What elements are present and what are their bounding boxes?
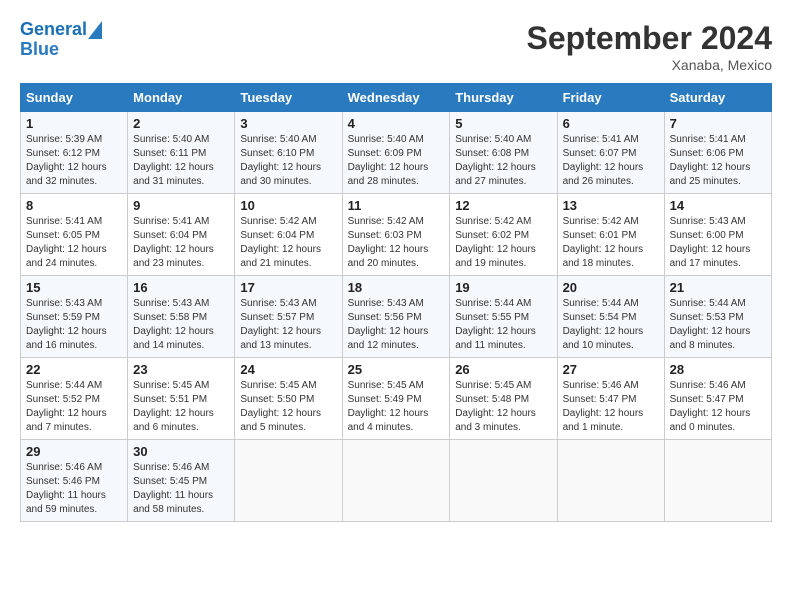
calendar-day-21: 21Sunrise: 5:44 AM Sunset: 5:53 PM Dayli… (664, 276, 771, 358)
calendar-day-13: 13Sunrise: 5:42 AM Sunset: 6:01 PM Dayli… (557, 194, 664, 276)
calendar-table: SundayMondayTuesdayWednesdayThursdayFrid… (20, 83, 772, 522)
day-header-saturday: Saturday (664, 84, 771, 112)
calendar-day-3: 3Sunrise: 5:40 AM Sunset: 6:10 PM Daylig… (235, 112, 342, 194)
day-header-wednesday: Wednesday (342, 84, 450, 112)
calendar-day-19: 19Sunrise: 5:44 AM Sunset: 5:55 PM Dayli… (450, 276, 557, 358)
calendar-week-3: 15Sunrise: 5:43 AM Sunset: 5:59 PM Dayli… (21, 276, 772, 358)
day-header-tuesday: Tuesday (235, 84, 342, 112)
logo-text-general: General (20, 20, 87, 40)
page-header: General Blue September 2024 Xanaba, Mexi… (20, 20, 772, 73)
month-title: September 2024 (527, 20, 772, 57)
empty-cell (664, 440, 771, 522)
calendar-day-25: 25Sunrise: 5:45 AM Sunset: 5:49 PM Dayli… (342, 358, 450, 440)
calendar-week-2: 8Sunrise: 5:41 AM Sunset: 6:05 PM Daylig… (21, 194, 772, 276)
calendar-day-4: 4Sunrise: 5:40 AM Sunset: 6:09 PM Daylig… (342, 112, 450, 194)
calendar-day-2: 2Sunrise: 5:40 AM Sunset: 6:11 PM Daylig… (128, 112, 235, 194)
calendar-day-5: 5Sunrise: 5:40 AM Sunset: 6:08 PM Daylig… (450, 112, 557, 194)
calendar-week-4: 22Sunrise: 5:44 AM Sunset: 5:52 PM Dayli… (21, 358, 772, 440)
calendar-day-30: 30Sunrise: 5:46 AM Sunset: 5:45 PM Dayli… (128, 440, 235, 522)
calendar-week-1: 1Sunrise: 5:39 AM Sunset: 6:12 PM Daylig… (21, 112, 772, 194)
title-block: September 2024 Xanaba, Mexico (527, 20, 772, 73)
logo-text-blue: Blue (20, 39, 59, 59)
calendar-day-26: 26Sunrise: 5:45 AM Sunset: 5:48 PM Dayli… (450, 358, 557, 440)
calendar-day-12: 12Sunrise: 5:42 AM Sunset: 6:02 PM Dayli… (450, 194, 557, 276)
calendar-day-14: 14Sunrise: 5:43 AM Sunset: 6:00 PM Dayli… (664, 194, 771, 276)
logo-icon (88, 21, 102, 39)
calendar-day-10: 10Sunrise: 5:42 AM Sunset: 6:04 PM Dayli… (235, 194, 342, 276)
calendar-day-15: 15Sunrise: 5:43 AM Sunset: 5:59 PM Dayli… (21, 276, 128, 358)
empty-cell (450, 440, 557, 522)
calendar-day-20: 20Sunrise: 5:44 AM Sunset: 5:54 PM Dayli… (557, 276, 664, 358)
calendar-day-6: 6Sunrise: 5:41 AM Sunset: 6:07 PM Daylig… (557, 112, 664, 194)
day-header-thursday: Thursday (450, 84, 557, 112)
location: Xanaba, Mexico (527, 57, 772, 73)
calendar-day-24: 24Sunrise: 5:45 AM Sunset: 5:50 PM Dayli… (235, 358, 342, 440)
calendar-day-8: 8Sunrise: 5:41 AM Sunset: 6:05 PM Daylig… (21, 194, 128, 276)
logo: General Blue (20, 20, 102, 60)
calendar-day-18: 18Sunrise: 5:43 AM Sunset: 5:56 PM Dayli… (342, 276, 450, 358)
calendar-day-7: 7Sunrise: 5:41 AM Sunset: 6:06 PM Daylig… (664, 112, 771, 194)
empty-cell (557, 440, 664, 522)
day-header-monday: Monday (128, 84, 235, 112)
calendar-day-28: 28Sunrise: 5:46 AM Sunset: 5:47 PM Dayli… (664, 358, 771, 440)
days-header-row: SundayMondayTuesdayWednesdayThursdayFrid… (21, 84, 772, 112)
day-header-friday: Friday (557, 84, 664, 112)
empty-cell (235, 440, 342, 522)
empty-cell (342, 440, 450, 522)
calendar-day-27: 27Sunrise: 5:46 AM Sunset: 5:47 PM Dayli… (557, 358, 664, 440)
day-header-sunday: Sunday (21, 84, 128, 112)
calendar-day-29: 29Sunrise: 5:46 AM Sunset: 5:46 PM Dayli… (21, 440, 128, 522)
calendar-day-17: 17Sunrise: 5:43 AM Sunset: 5:57 PM Dayli… (235, 276, 342, 358)
calendar-day-22: 22Sunrise: 5:44 AM Sunset: 5:52 PM Dayli… (21, 358, 128, 440)
calendar-day-23: 23Sunrise: 5:45 AM Sunset: 5:51 PM Dayli… (128, 358, 235, 440)
calendar-day-16: 16Sunrise: 5:43 AM Sunset: 5:58 PM Dayli… (128, 276, 235, 358)
calendar-day-11: 11Sunrise: 5:42 AM Sunset: 6:03 PM Dayli… (342, 194, 450, 276)
calendar-day-9: 9Sunrise: 5:41 AM Sunset: 6:04 PM Daylig… (128, 194, 235, 276)
calendar-week-5: 29Sunrise: 5:46 AM Sunset: 5:46 PM Dayli… (21, 440, 772, 522)
calendar-day-1: 1Sunrise: 5:39 AM Sunset: 6:12 PM Daylig… (21, 112, 128, 194)
